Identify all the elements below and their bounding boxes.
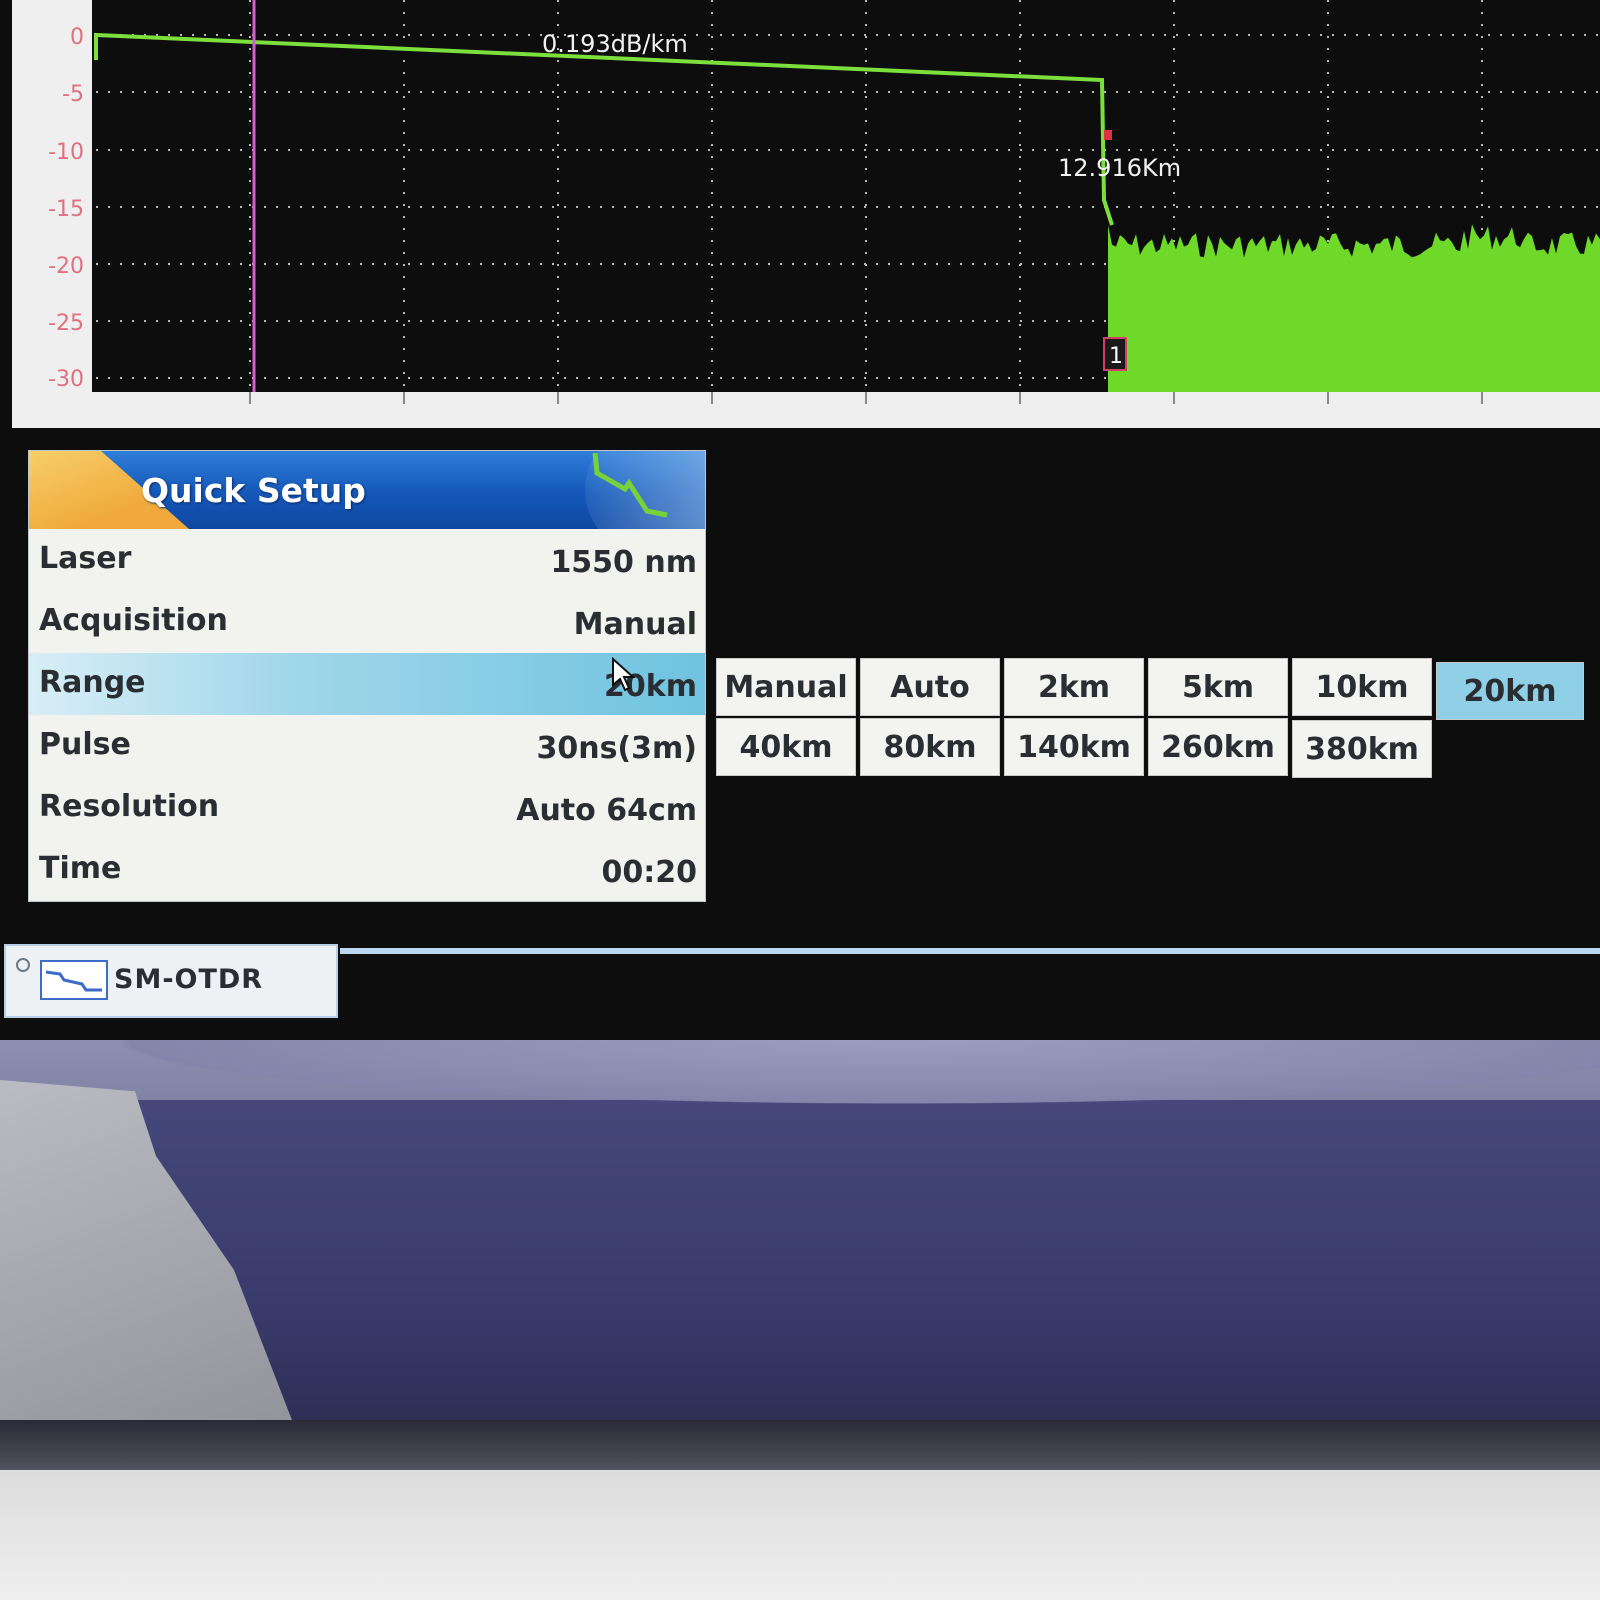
setting-row-time[interactable]: Time 00:20 <box>29 839 705 901</box>
range-option-80km[interactable]: 80km <box>860 718 1000 776</box>
setting-value: Manual <box>573 607 697 642</box>
event-marker-dot <box>1104 130 1112 140</box>
setting-value: Auto 64cm <box>516 793 697 828</box>
setting-value: 1550 nm <box>550 545 697 580</box>
range-option-manual[interactable]: Manual <box>716 658 856 716</box>
y-tick-label: -5 <box>62 82 84 107</box>
slope-label: 0.193dB/km <box>542 30 688 58</box>
setting-label: Time <box>39 851 122 886</box>
setting-row-pulse[interactable]: Pulse 30ns(3m) <box>29 715 705 777</box>
y-tick-label: 0 <box>70 25 84 50</box>
range-option-380km[interactable]: 380km <box>1292 720 1432 778</box>
trace-plot-svg: 0 -5 -10 -15 -20 -25 -30 0.193dB/km 12.9… <box>48 0 1600 404</box>
setting-label: Pulse <box>39 727 131 762</box>
trace-thumbnail-icon <box>592 453 668 518</box>
quick-setup-panel: Quick Setup Laser 1550 nm Acquisition Ma… <box>28 450 706 902</box>
y-tick-label: -25 <box>48 311 84 336</box>
event-marker-label: 1 <box>1109 344 1123 369</box>
setting-value: 00:20 <box>601 855 698 890</box>
range-option-5km[interactable]: 5km <box>1148 658 1288 716</box>
mouse-pointer-icon <box>612 657 636 692</box>
range-option-40km[interactable]: 40km <box>716 718 856 776</box>
noise-floor-fill <box>1108 224 1600 392</box>
setting-row-resolution[interactable]: Resolution Auto 64cm <box>29 777 705 839</box>
y-axis-ticks: 0 -5 -10 -15 -20 -25 -30 <box>48 25 84 392</box>
setting-value: 30ns(3m) <box>536 731 697 766</box>
setting-label: Range <box>39 665 146 700</box>
range-option-10km[interactable]: 10km <box>1292 658 1432 716</box>
setting-row-range[interactable]: Range 20km <box>29 653 705 715</box>
tab-sm-otdr[interactable]: SM-OTDR <box>4 944 338 1018</box>
setting-label: Acquisition <box>39 603 228 638</box>
tab-bar-strip <box>340 948 1600 954</box>
y-tick-label: -10 <box>48 140 84 165</box>
tab-label: SM-OTDR <box>114 964 264 995</box>
setting-label: Resolution <box>39 789 220 824</box>
y-tick-label: -15 <box>48 197 84 222</box>
setting-row-laser[interactable]: Laser 1550 nm <box>29 529 705 591</box>
y-tick-label: -30 <box>48 367 84 392</box>
device-bezel-curve <box>0 1040 1600 1180</box>
event-distance-label: 12.916Km <box>1058 154 1181 182</box>
range-option-20km[interactable]: 20km <box>1436 662 1584 720</box>
tab-status-indicator <box>16 958 30 972</box>
range-option-260km[interactable]: 260km <box>1148 718 1288 776</box>
otdr-trace-plot: 0 -5 -10 -15 -20 -25 -30 0.193dB/km 12.9… <box>12 0 1600 428</box>
setting-row-acquisition[interactable]: Acquisition Manual <box>29 591 705 653</box>
setting-label: Laser <box>39 541 132 576</box>
range-option-auto[interactable]: Auto <box>860 658 1000 716</box>
range-option-2km[interactable]: 2km <box>1004 658 1144 716</box>
table-surface <box>0 1470 1600 1600</box>
quick-setup-title: Quick Setup <box>141 471 366 510</box>
y-tick-label: -20 <box>48 254 84 279</box>
quick-setup-header: Quick Setup <box>29 451 705 529</box>
otdr-trace-icon <box>40 960 108 1000</box>
range-option-140km[interactable]: 140km <box>1004 718 1144 776</box>
otdr-screen: 0 -5 -10 -15 -20 -25 -30 0.193dB/km 12.9… <box>0 0 1600 1040</box>
